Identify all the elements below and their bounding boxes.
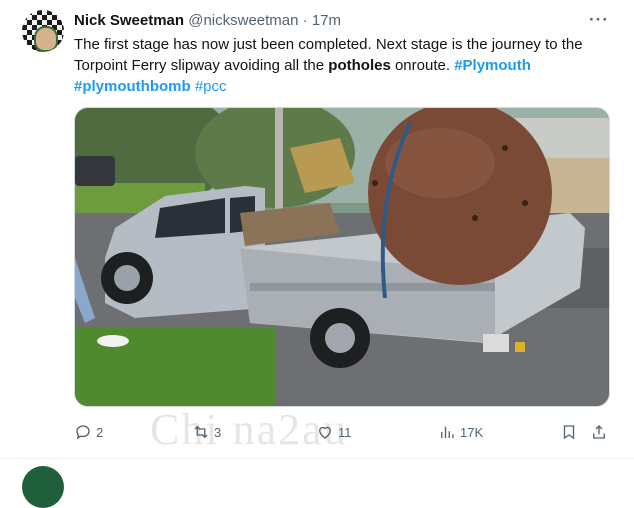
hashtag-pcc[interactable]: #pcc xyxy=(195,78,227,95)
bookmark-button[interactable] xyxy=(560,421,578,443)
hashtag-plymouthbomb[interactable]: #plymouthbomb xyxy=(74,78,191,95)
like-count: 11 xyxy=(338,424,352,440)
next-tweet-avatar[interactable] xyxy=(22,466,64,508)
bookmark-icon xyxy=(563,425,575,440)
repost-count: 3 xyxy=(214,424,222,440)
author-name[interactable]: Nick Sweetman xyxy=(74,12,184,29)
reply-button[interactable]: 2 xyxy=(74,421,103,443)
share-icon xyxy=(593,425,605,439)
avatar-face xyxy=(34,26,58,52)
hashtag-plymouth[interactable]: #Plymouth xyxy=(454,57,531,74)
reply-count: 2 xyxy=(96,424,104,440)
tweet-text-part2: onroute. xyxy=(390,57,455,74)
heart-icon xyxy=(319,426,331,439)
author-avatar[interactable] xyxy=(22,10,64,52)
tweet-divider xyxy=(0,458,634,459)
views-count: 17K xyxy=(460,424,484,440)
views-button[interactable]: 17K xyxy=(438,421,483,443)
tweet-text-bold: potholes xyxy=(328,57,391,74)
repost-icon xyxy=(194,425,208,439)
tweet-header: Nick Sweetman @nicksweetman · 17m xyxy=(74,12,341,30)
repost-button[interactable]: 3 xyxy=(192,421,221,443)
tweet-actions: 2 3 11 17K xyxy=(74,421,614,443)
reply-icon xyxy=(76,425,90,440)
truck-with-bomb-photo xyxy=(75,108,609,406)
tweet-photo[interactable] xyxy=(74,107,610,407)
share-button[interactable] xyxy=(590,421,608,443)
author-handle[interactable]: @nicksweetman xyxy=(188,12,298,29)
more-icon[interactable]: ··· xyxy=(589,11,609,28)
like-button[interactable]: 11 xyxy=(316,421,352,443)
tweet-text: The first stage has now just been comple… xyxy=(74,34,604,97)
views-icon xyxy=(441,426,454,438)
tweet-timestamp[interactable]: 17m xyxy=(312,12,341,29)
header-separator: · xyxy=(302,12,308,29)
